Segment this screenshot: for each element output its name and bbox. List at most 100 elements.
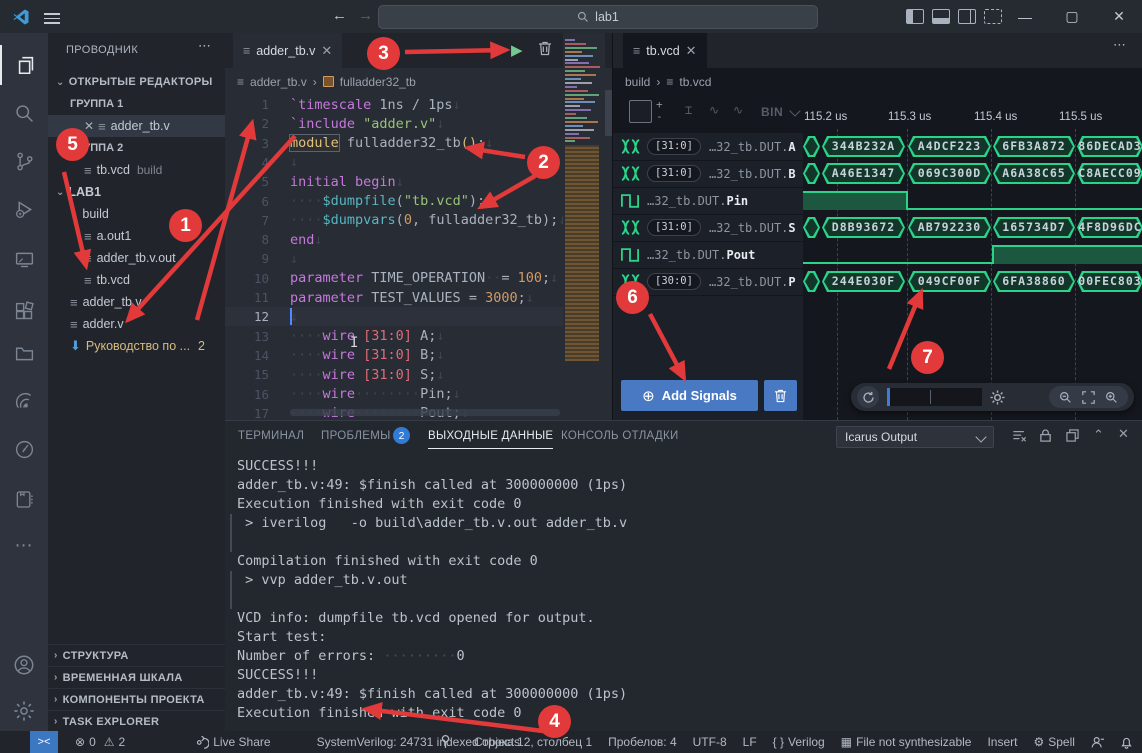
tree-item-tb.vcd[interactable]: ≡tb.vcdbuild — [48, 159, 225, 181]
code-area[interactable]: 1`timescale 1ns / 1ps↓2`include "adder.v… — [225, 95, 563, 420]
breadcrumb-file[interactable]: tb.vcd — [679, 75, 711, 89]
trash-icon[interactable] — [538, 41, 552, 56]
delete-signals-button[interactable] — [764, 380, 797, 411]
minimap[interactable] — [563, 33, 605, 420]
toggle-sidebar-icon[interactable] — [906, 9, 924, 24]
waveform-area[interactable]: 115.2 us115.3 us115.4 us115.5 us344B232A… — [803, 95, 1142, 420]
activity-account-icon[interactable] — [0, 645, 48, 685]
wave-settings-gear-icon[interactable] — [990, 390, 1005, 405]
code-line[interactable]: 1`timescale 1ns / 1ps↓ — [225, 95, 563, 114]
tree-item-adder.v[interactable]: ≡adder.v — [48, 313, 225, 335]
activity-debug-icon[interactable] — [0, 189, 48, 229]
tab-close-icon[interactable]: ✕ — [321, 43, 332, 59]
code-line[interactable]: 3module fulladder32_tb();↓ — [225, 134, 563, 153]
add-signals-button[interactable]: ⊕ Add Signals — [621, 380, 758, 411]
synthesis-status[interactable]: ▦File not synthesizable — [841, 735, 972, 749]
activity-more-icon[interactable]: ⋯ — [0, 525, 48, 565]
toggle-secondary-sidebar-icon[interactable] — [958, 9, 976, 24]
tree-item--...[interactable]: ⬇Руководство по ...2 — [48, 335, 225, 357]
problems-status[interactable]: ⊗0 ⚠2 — [75, 735, 125, 749]
nav-back-icon[interactable]: ← — [332, 7, 347, 24]
code-line[interactable]: 7····$dumpvars(0, fulladder32_tb);↓ — [225, 211, 563, 230]
language-status[interactable]: { }Verilog — [773, 735, 825, 749]
open-editors-section[interactable]: ⌄ОТКРЫТЫЕ РЕДАКТОРЫ — [48, 71, 225, 93]
toggle-panel-icon[interactable] — [932, 9, 950, 24]
code-line[interactable]: 4↓ — [225, 153, 563, 172]
tab-adder-tb[interactable]: ≡ adder_tb.v ✕ — [233, 33, 342, 68]
editor-scrollbar[interactable] — [605, 90, 612, 136]
eol-status[interactable]: LF — [743, 735, 757, 749]
radix-select[interactable]: BIN — [761, 105, 783, 119]
indentation-status[interactable]: Пробелов: 4 — [608, 735, 677, 749]
section-структура[interactable]: ›СТРУКТУРА — [48, 644, 225, 666]
command-center-search[interactable]: lab1 — [378, 5, 818, 29]
nav-forward-icon[interactable]: → — [358, 7, 373, 24]
vcd-more-icon[interactable]: ⋯ — [1113, 37, 1126, 53]
code-line[interactable]: 15····wire [31:0] S;↓ — [225, 365, 563, 384]
signal-row-pin[interactable]: …32_tb.DUT.Pin — [613, 187, 803, 215]
editor-h-scrollbar[interactable] — [290, 409, 560, 416]
code-line[interactable]: 10parameter TIME_OPERATION··= 100;↓ — [225, 269, 563, 288]
collapse-icon[interactable]: - — [656, 110, 663, 123]
run-button[interactable]: ▶ — [511, 41, 523, 59]
activity-remote-icon[interactable] — [0, 239, 48, 279]
remote-indicator[interactable]: >< — [30, 731, 58, 753]
window-minimize-button[interactable]: — — [1005, 0, 1045, 33]
signal-row-s[interactable]: [31:0]…32_tb.DUT.S — [613, 214, 803, 242]
zoom-fit-icon[interactable] — [1082, 391, 1095, 404]
live-share-status[interactable]: Live Share — [196, 735, 270, 749]
activity-timer-icon[interactable] — [0, 429, 48, 469]
encoding-status[interactable]: UTF-8 — [693, 735, 727, 749]
cursor-position-status[interactable]: Строка 12, столбец 1 — [474, 735, 592, 749]
ports-status[interactable] — [440, 734, 451, 749]
sidebar-more-icon[interactable]: ⋯ — [198, 38, 211, 54]
tree-item-lab1[interactable]: ⌄LAB1 — [48, 181, 225, 203]
window-maximize-button[interactable]: ▢ — [1052, 0, 1092, 33]
reload-icon[interactable] — [857, 386, 879, 408]
bus-format-icon[interactable]: ⌶ — [685, 103, 692, 117]
feedback-status[interactable] — [1091, 736, 1104, 749]
activity-search-icon[interactable] — [0, 93, 48, 133]
code-line[interactable]: 8end↓ — [225, 230, 563, 249]
notifications-status[interactable] — [1120, 736, 1133, 749]
code-line[interactable]: 9↓ — [225, 249, 563, 268]
activity-notebook-icon[interactable] — [0, 479, 48, 519]
code-line[interactable]: 5initial begin↓ — [225, 172, 563, 191]
breadcrumb-file[interactable]: adder_tb.v — [250, 75, 307, 89]
tree-item-adder_tb.v.out[interactable]: ≡adder_tb.v.out — [48, 247, 225, 269]
select-all-checkbox[interactable] — [629, 100, 652, 123]
breadcrumb-folder[interactable]: build — [625, 75, 650, 89]
breadcrumb-symbol[interactable]: fulladder32_tb — [340, 75, 416, 89]
menu-icon[interactable] — [44, 10, 60, 27]
tab-close-icon[interactable]: ✕ — [686, 43, 697, 59]
analog-wave-icon[interactable]: ∿ — [709, 103, 719, 117]
signal-row-pout[interactable]: …32_tb.DUT.Pout — [613, 241, 803, 269]
activity-broadcast-icon[interactable] — [0, 381, 48, 421]
spell-status[interactable]: ⚙Spell — [1033, 735, 1074, 749]
code-line[interactable]: 2`include "adder.v"↓ — [225, 114, 563, 133]
code-line[interactable]: 13····wire [31:0] A;↓ — [225, 327, 563, 346]
section-компоненты-проекта[interactable]: ›КОМПОНЕНТЫ ПРОЕКТА — [48, 688, 225, 710]
window-close-button[interactable]: ✕ — [1099, 0, 1139, 33]
signal-row-b[interactable]: [31:0]…32_tb.DUT.B — [613, 160, 803, 188]
code-line[interactable]: 6····$dumpfile("tb.vcd");↓ — [225, 192, 563, 211]
activity-extensions-icon[interactable] — [0, 291, 48, 331]
output-content[interactable]: SUCCESS!!!adder_tb.v:49: $finish called … — [237, 421, 1142, 732]
activity-folder-icon[interactable] — [0, 333, 48, 373]
code-line[interactable]: 11parameter TEST_VALUES = 3000;↓ — [225, 288, 563, 307]
analog-wave2-icon[interactable]: ∿ — [733, 103, 743, 117]
time-range-input[interactable] — [887, 388, 982, 406]
insert-mode-status[interactable]: Insert — [987, 735, 1017, 749]
code-line[interactable]: 14····wire [31:0] B;↓ — [225, 346, 563, 365]
zoom-in-icon[interactable] — [1105, 391, 1118, 404]
activity-source-control-icon[interactable] — [0, 141, 48, 181]
radix-chevron-icon[interactable] — [789, 105, 800, 116]
editor-breadcrumb[interactable]: ≡ adder_tb.v › fulladder32_tb — [225, 68, 612, 95]
tab-tb-vcd[interactable]: ≡ tb.vcd ✕ — [623, 33, 707, 68]
code-line[interactable]: 12↓ — [225, 307, 563, 326]
vcd-breadcrumb[interactable]: build › ≡ tb.vcd — [613, 68, 1142, 95]
close-icon[interactable]: ✕ — [84, 119, 94, 133]
customize-layout-icon[interactable] — [984, 9, 1002, 24]
zoom-out-icon[interactable] — [1059, 391, 1072, 404]
section-task-explorer[interactable]: ›TASK EXPLORER — [48, 710, 225, 731]
